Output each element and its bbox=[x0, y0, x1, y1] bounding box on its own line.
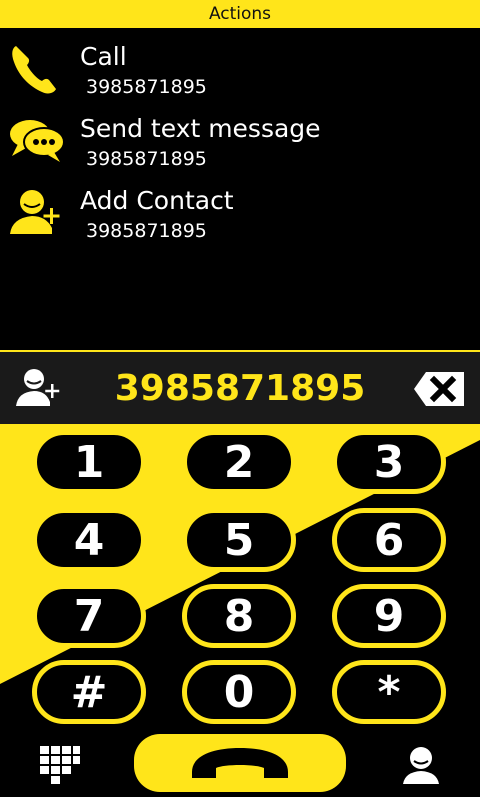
key-label: * bbox=[377, 666, 401, 718]
key-label: 9 bbox=[373, 590, 405, 642]
key-7[interactable]: 7 bbox=[32, 584, 146, 648]
key-label: 2 bbox=[223, 436, 255, 488]
key-label: 6 bbox=[373, 514, 405, 566]
key-label: # bbox=[70, 666, 108, 718]
key-label: 8 bbox=[223, 590, 255, 642]
action-add-contact[interactable]: Add Contact 3985871895 bbox=[0, 180, 480, 250]
bottom-bar bbox=[0, 734, 480, 797]
add-contact-icon bbox=[10, 190, 60, 234]
actions-header: Actions bbox=[0, 0, 480, 28]
phone-icon bbox=[192, 748, 288, 778]
key-9[interactable]: 9 bbox=[332, 584, 446, 648]
key-hash[interactable]: # bbox=[32, 660, 146, 724]
key-label: 1 bbox=[73, 436, 105, 488]
key-label: 0 bbox=[223, 666, 255, 718]
key-1[interactable]: 1 bbox=[32, 430, 146, 494]
key-0[interactable]: 0 bbox=[182, 660, 296, 724]
action-title: Add Contact bbox=[80, 186, 234, 215]
phone-icon bbox=[12, 46, 56, 94]
dialed-number-bar: 3985871895 bbox=[0, 352, 480, 424]
key-8[interactable]: 8 bbox=[182, 584, 296, 648]
key-3[interactable]: 3 bbox=[332, 430, 446, 494]
action-send-text[interactable]: Send text message 3985871895 bbox=[0, 108, 480, 178]
key-label: 3 bbox=[373, 436, 405, 488]
key-label: 5 bbox=[223, 514, 255, 566]
action-number: 3985871895 bbox=[86, 76, 207, 98]
action-number: 3985871895 bbox=[86, 220, 207, 242]
action-call[interactable]: Call 3985871895 bbox=[0, 36, 480, 106]
key-label: 7 bbox=[73, 590, 105, 642]
key-star[interactable]: * bbox=[332, 660, 446, 724]
dialpad-icon[interactable] bbox=[40, 746, 80, 786]
key-5[interactable]: 5 bbox=[182, 508, 296, 572]
header-title: Actions bbox=[208, 4, 272, 24]
key-4[interactable]: 4 bbox=[32, 508, 146, 572]
action-number: 3985871895 bbox=[86, 148, 207, 170]
dialed-number: 3985871895 bbox=[114, 368, 366, 409]
contacts-icon[interactable] bbox=[400, 744, 442, 786]
call-button[interactable] bbox=[134, 734, 346, 792]
key-2[interactable]: 2 bbox=[182, 430, 296, 494]
action-title: Send text message bbox=[80, 114, 321, 143]
chat-bubbles-icon bbox=[10, 120, 65, 162]
backspace-icon[interactable] bbox=[412, 370, 466, 408]
key-6[interactable]: 6 bbox=[332, 508, 446, 572]
key-label: 4 bbox=[73, 514, 105, 566]
action-title: Call bbox=[80, 42, 127, 71]
